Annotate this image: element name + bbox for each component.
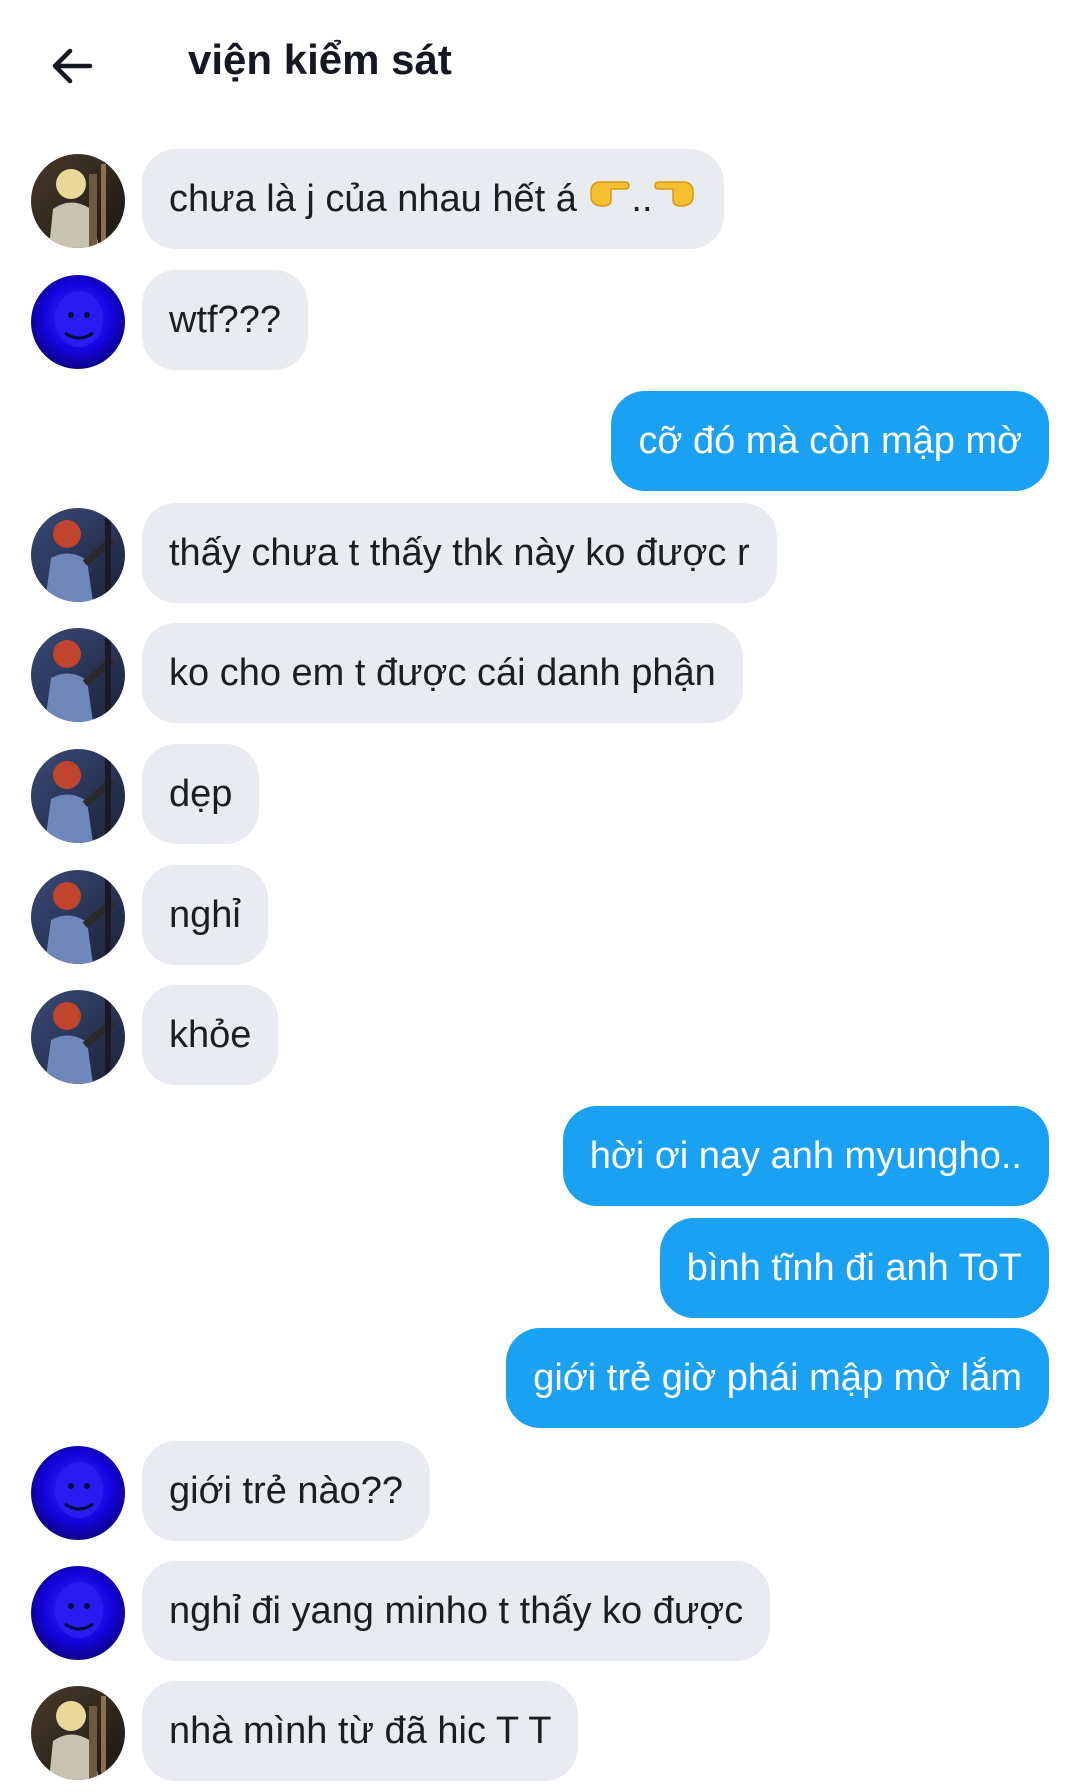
message-bubble-incoming[interactable]: nhà mình từ đã hic T T <box>142 1681 579 1781</box>
avatar-guitar-blonde-icon <box>31 1686 125 1780</box>
message-text: bình tĩnh đi anh ToT <box>686 1247 1022 1289</box>
message-bubble-incoming[interactable]: dẹp <box>142 744 260 844</box>
message-bubble-incoming[interactable]: nghỉ <box>142 865 268 965</box>
message-bubble-outgoing[interactable]: giới trẻ giờ phái mập mờ lắm <box>506 1328 1049 1428</box>
pointing-hand-right-icon <box>653 148 697 248</box>
avatar-guitar-red-icon <box>31 870 125 964</box>
avatar-guitar-red-icon <box>31 628 125 722</box>
message-bubble-incoming[interactable]: khỏe <box>142 985 279 1085</box>
avatar[interactable] <box>31 628 125 722</box>
message-bubble-incoming[interactable]: wtf??? <box>142 270 308 370</box>
back-button[interactable] <box>44 38 100 94</box>
avatar[interactable] <box>31 990 125 1084</box>
avatar-blue-icon <box>31 1566 125 1660</box>
message-text: giới trẻ giờ phái mập mờ lắm <box>533 1357 1022 1399</box>
message-text: wtf??? <box>169 299 281 341</box>
avatar-blue-icon <box>31 275 125 369</box>
message-bubble-incoming[interactable]: chưa là j của nhau hết á .. <box>142 149 724 249</box>
avatar[interactable] <box>31 870 125 964</box>
message-text: khỏe <box>169 1014 252 1056</box>
conversation-title: viện kiểm sát <box>188 36 452 83</box>
avatar[interactable] <box>31 154 125 248</box>
message-bubble-incoming[interactable]: thấy chưa t thấy thk này ko được r <box>142 503 777 603</box>
message-text: giới trẻ nào?? <box>169 1470 404 1512</box>
message-text: thấy chưa t thấy thk này ko được r <box>169 532 750 574</box>
message-bubble-incoming[interactable]: nghỉ đi yang minho t thấy ko được <box>142 1561 771 1661</box>
message-bubble-outgoing[interactable]: bình tĩnh đi anh ToT <box>659 1218 1049 1318</box>
message-text: nhà mình từ đã hic T T <box>169 1710 552 1752</box>
avatar-guitar-blonde-icon <box>31 154 125 248</box>
message-text: nghỉ <box>169 894 241 936</box>
message-text: ko cho em t được cái danh phận <box>169 652 716 694</box>
message-text-ellipsis: .. <box>631 178 653 220</box>
message-bubble-incoming[interactable]: ko cho em t được cái danh phận <box>142 623 743 723</box>
avatar[interactable] <box>31 508 125 602</box>
avatar[interactable] <box>31 1566 125 1660</box>
message-text: cỡ đó mà còn mập mờ <box>638 420 1022 462</box>
message-text: dẹp <box>169 773 233 815</box>
message-text: chưa là j của nhau hết á <box>169 178 577 220</box>
message-bubble-outgoing[interactable]: cỡ đó mà còn mập mờ <box>611 391 1049 491</box>
message-bubble-outgoing[interactable]: hời ơi nay anh myungho.. <box>562 1106 1049 1206</box>
avatar[interactable] <box>31 1446 125 1540</box>
avatar-guitar-red-icon <box>31 990 125 1084</box>
avatar-guitar-red-icon <box>31 508 125 602</box>
avatar-guitar-red-icon <box>31 749 125 843</box>
avatar[interactable] <box>31 1686 125 1780</box>
message-text: hời ơi nay anh myungho.. <box>589 1135 1022 1177</box>
message-text: nghỉ đi yang minho t thấy ko được <box>169 1590 744 1632</box>
chat-header: viện kiểm sát <box>0 0 1080 130</box>
avatar[interactable] <box>31 275 125 369</box>
avatar-blue-icon <box>31 1446 125 1540</box>
pointing-hands-emoji-icon <box>587 148 631 248</box>
arrow-left-icon <box>52 48 93 84</box>
avatar[interactable] <box>31 749 125 843</box>
message-bubble-incoming[interactable]: giới trẻ nào?? <box>142 1441 431 1541</box>
